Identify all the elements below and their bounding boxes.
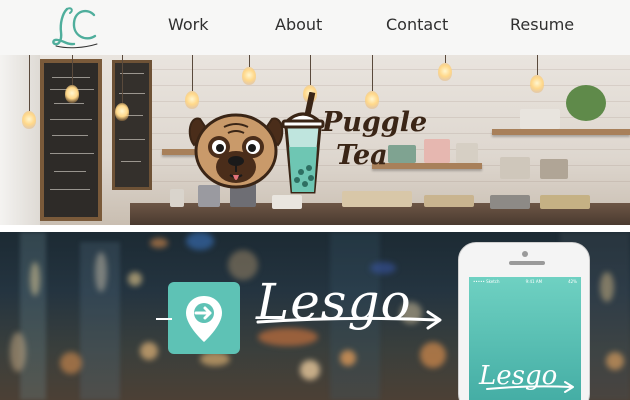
phone-lesgo-arrow-icon — [486, 381, 574, 393]
project-card-puggle-tea[interactable]: Puggle Tea — [0, 55, 630, 225]
brick-line — [150, 101, 630, 102]
puggle-tea-title-line1: Puggle — [322, 107, 428, 138]
nav-contact-link[interactable]: Contact — [386, 15, 448, 34]
phone-screen: ••••• Sketch 9:41 AM 42% Lesgo — [469, 277, 581, 400]
icon-lead-line — [156, 318, 172, 320]
lc-monogram-logo[interactable]: LC — [50, 4, 100, 50]
shelf-plant — [566, 85, 606, 121]
chalkboard-menu — [40, 59, 102, 221]
nav-work-link[interactable]: Work — [168, 15, 209, 34]
top-nav: LC Work About Contact Resume — [0, 0, 630, 55]
bubble-tea-cup-icon — [281, 92, 325, 194]
puggle-tea-title-line2: Tea — [336, 140, 388, 171]
brick-line — [150, 85, 630, 86]
phone-mockup: ••••• Sketch 9:41 AM 42% Lesgo — [458, 242, 590, 400]
status-battery: 42% — [568, 279, 577, 284]
phone-speaker — [509, 261, 545, 265]
lesgo-underline-arrow-icon — [256, 310, 442, 330]
lesgo-app-icon — [168, 282, 240, 354]
pug-face-icon — [188, 113, 284, 189]
chalkboard-coffee-sign — [112, 60, 152, 190]
brick-line — [150, 69, 630, 70]
location-pin-arrow-icon — [186, 296, 222, 342]
project-card-lesgo[interactable]: Lesgo ••••• Sketch 9:41 AM 42% Lesgo — [0, 232, 630, 400]
status-time: 9:41 AM — [525, 279, 543, 284]
nav-resume-link[interactable]: Resume — [510, 15, 574, 34]
nav-about-link[interactable]: About — [275, 15, 322, 34]
cafe-window-wall — [0, 55, 40, 225]
phone-status-bar: ••••• Sketch 9:41 AM 42% — [473, 279, 577, 284]
phone-camera — [522, 251, 528, 257]
status-carrier: ••••• Sketch — [473, 279, 500, 284]
